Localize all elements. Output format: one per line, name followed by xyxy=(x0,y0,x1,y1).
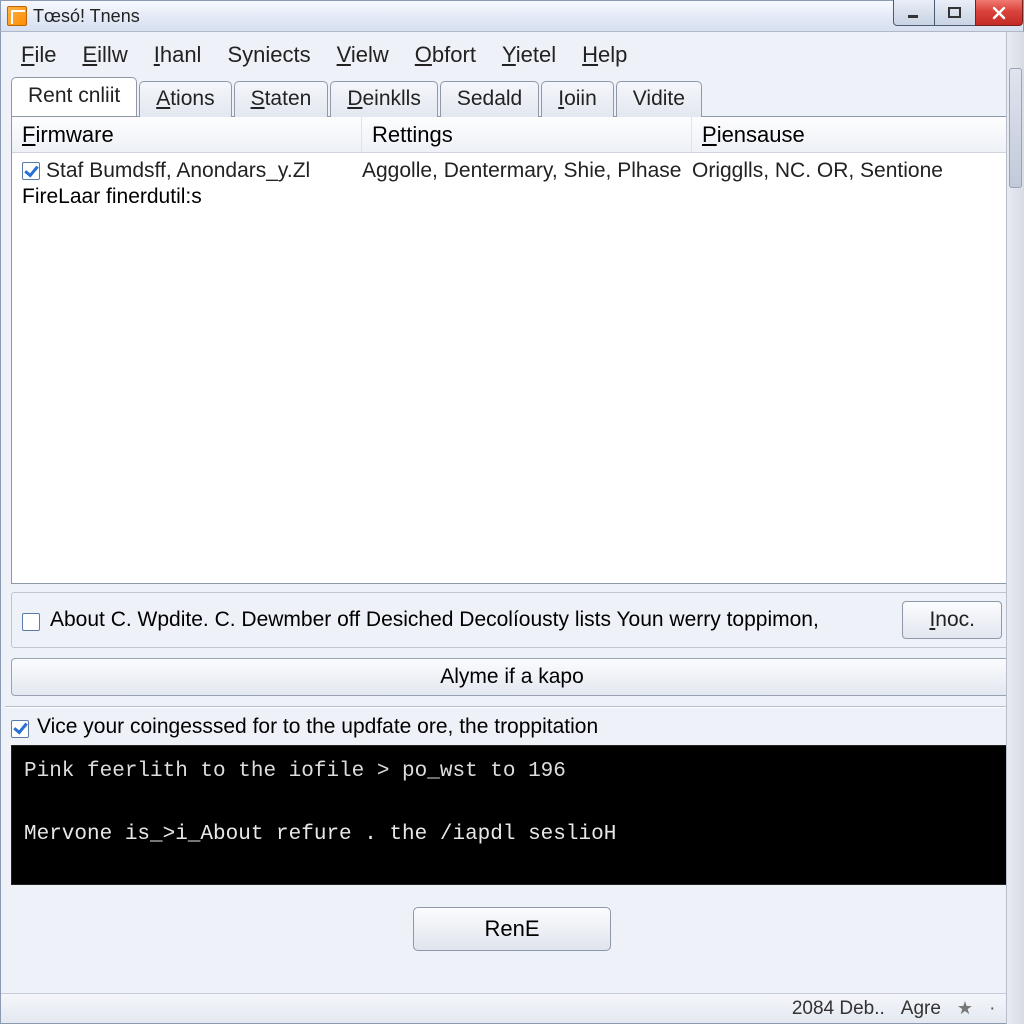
tab-ations[interactable]: Ations xyxy=(139,81,231,117)
scrollbar-thumb[interactable] xyxy=(1009,68,1022,188)
alyme-button[interactable]: Alyme if a kapo xyxy=(11,658,1013,696)
column-piensause[interactable]: Piensause xyxy=(692,117,1012,152)
list-body[interactable]: Staf Bumdsff, Anondars_y.Zl Aggolle, Den… xyxy=(12,153,1012,583)
option-checkbox[interactable] xyxy=(22,613,40,631)
tab-deinklls[interactable]: Deinklls xyxy=(330,81,438,117)
menu-vielw[interactable]: Vielw xyxy=(325,38,401,72)
table-row[interactable]: Staf Bumdsff, Anondars_y.Zl Aggolle, Den… xyxy=(12,153,1012,183)
scrollbar[interactable] xyxy=(1006,32,1024,1024)
menu-file[interactable]: File xyxy=(9,38,68,72)
menu-yietel[interactable]: Yietel xyxy=(490,38,568,72)
maximize-icon xyxy=(947,6,963,20)
check-line: Vice your coingesssed for to the updfate… xyxy=(11,715,1013,739)
star-icon[interactable]: ★ xyxy=(957,998,973,1019)
rene-button[interactable]: RenE xyxy=(413,907,610,951)
tab-sedald[interactable]: Sedald xyxy=(440,81,539,117)
minimize-button[interactable] xyxy=(893,0,935,26)
tab-ioiin[interactable]: Ioiin xyxy=(541,81,614,117)
bottom-button-row: RenE xyxy=(1,907,1023,951)
option-row: About C. Wpdite. C. Dewmber off Desiched… xyxy=(11,592,1013,648)
minimize-icon xyxy=(906,6,922,20)
titlebar: Tœsó! Tnens xyxy=(0,0,1024,32)
status-text-2: Agre xyxy=(901,998,941,1020)
list-panel: Firmware Rettings Piensause Staf Bumdsff… xyxy=(11,116,1013,584)
menu-help[interactable]: Help xyxy=(570,38,639,72)
window-title: Tœsó! Tnens xyxy=(33,6,140,27)
wide-button-row: Alyme if a kapo xyxy=(11,658,1013,696)
vice-label: Vice your coingesssed for to the updfate… xyxy=(37,715,598,739)
console-output[interactable]: Pink feerlith to the iofile > po_wst to … xyxy=(11,745,1013,885)
column-rettings[interactable]: Rettings xyxy=(362,117,692,152)
tab-vidite[interactable]: Vidite xyxy=(616,81,702,117)
cell-piensause: Origglls, NC. OR, Sentione xyxy=(692,159,1002,183)
row-extra-text: FireLaar finerdutil:s xyxy=(12,183,1012,209)
menu-ihanl[interactable]: Ihanl xyxy=(142,38,214,72)
tab-rent-cnliit[interactable]: Rent cnliit xyxy=(11,77,137,116)
column-firmware[interactable]: Firmware xyxy=(12,117,362,152)
cell-rettings: Aggolle, Dentermary, Shie, Plhase xyxy=(362,159,692,183)
separator xyxy=(5,706,1019,707)
cell-firmware: Staf Bumdsff, Anondars_y.Zl xyxy=(46,159,310,183)
close-button[interactable] xyxy=(975,0,1023,26)
option-label: About C. Wpdite. C. Dewmber off Desiched… xyxy=(50,608,892,632)
status-text-1: 2084 Deb.. xyxy=(792,998,885,1020)
console-line-2: Mervone is_>i_About refure . the /iapdl … xyxy=(24,823,616,846)
close-icon xyxy=(991,6,1007,20)
console-line-1: Pink feerlith to the iofile > po_wst to … xyxy=(24,760,566,783)
window-body: File Eillw Ihanl Syniects Vielw Obfort Y… xyxy=(0,32,1024,1024)
row-checkbox[interactable] xyxy=(22,162,40,180)
tab-staten[interactable]: Staten xyxy=(234,81,329,117)
window-controls xyxy=(894,0,1023,26)
menu-syniects[interactable]: Syniects xyxy=(215,38,322,72)
menu-obfort[interactable]: Obfort xyxy=(403,38,488,72)
vice-checkbox[interactable] xyxy=(11,720,29,738)
inoc-button[interactable]: Inoc. xyxy=(902,601,1002,639)
app-icon xyxy=(7,6,27,26)
statusbar: 2084 Deb.. Agre ★ · · xyxy=(1,993,1023,1023)
tabstrip: Rent cnliit Ations Staten Deinklls Sedal… xyxy=(1,78,1023,116)
menubar: File Eillw Ihanl Syniects Vielw Obfort Y… xyxy=(1,32,1023,76)
maximize-button[interactable] xyxy=(934,0,976,26)
column-headers: Firmware Rettings Piensause xyxy=(12,117,1012,153)
menu-eillw[interactable]: Eillw xyxy=(70,38,139,72)
